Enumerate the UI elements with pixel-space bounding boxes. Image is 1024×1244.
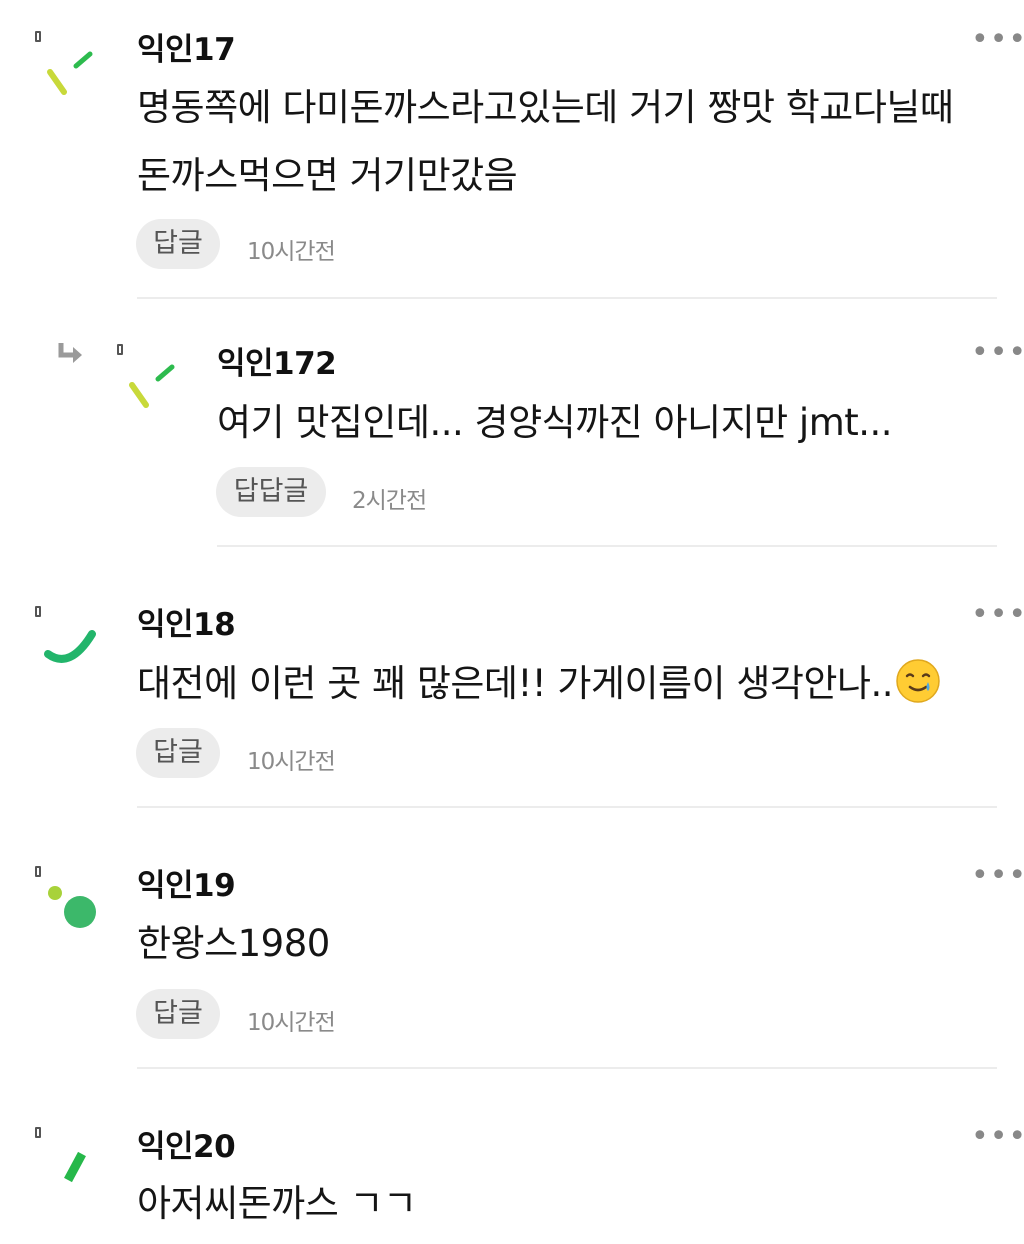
nickname[interactable]: 익인17 <box>137 24 236 69</box>
green-arc-icon <box>44 630 96 663</box>
divider <box>137 1067 997 1069</box>
nickname[interactable]: 익인19 <box>137 860 236 905</box>
timestamp: 10시간전 <box>247 749 336 775</box>
reply-button[interactable]: 답글 <box>136 989 220 1039</box>
divider <box>217 545 997 547</box>
timestamp: 10시간전 <box>247 239 336 265</box>
timestamp: 10시간전 <box>247 1010 336 1036</box>
comment-text-row: 대전에 이런 곳 꽤 많은데!! 가게이름이 생각안나.. <box>137 650 941 718</box>
nickname[interactable]: 익인172 <box>217 338 337 383</box>
divider <box>137 297 997 299</box>
divider <box>137 806 997 808</box>
more-options-icon[interactable]: ••• <box>971 1122 1024 1152</box>
timestamp: 2시간전 <box>352 488 427 514</box>
comment-text: 대전에 이런 곳 꽤 많은데!! 가게이름이 생각안나.. <box>137 662 894 705</box>
comment-text-line-2: 돈까스먹으면 거기만갔음 <box>137 154 518 197</box>
reply-button[interactable]: 답글 <box>136 728 220 778</box>
reply-arrow-icon <box>58 343 82 363</box>
grade-badge-icon <box>35 1127 41 1138</box>
more-options-icon[interactable]: ••• <box>971 861 1024 891</box>
confetti-lines-icon <box>129 364 175 408</box>
smiling-face-with-tear-icon <box>896 659 940 703</box>
nickname[interactable]: 익인18 <box>137 599 236 644</box>
comment-text-line-1: 명동쪽에 다미돈까스라고있는데 거기 짱맛 학교다닐때 <box>137 86 954 129</box>
reply-to-reply-button[interactable]: 답답글 <box>216 467 326 517</box>
grade-badge-icon <box>117 344 123 355</box>
grade-badge-icon <box>35 31 41 42</box>
green-dots-icon <box>48 886 96 928</box>
more-options-icon[interactable]: ••• <box>971 600 1024 630</box>
comment-text: 아저씨돈까스 ㄱㄱ <box>137 1182 417 1225</box>
comment-text: 한왕스1980 <box>137 922 330 965</box>
confetti-lines-icon <box>47 51 93 95</box>
comment-text: 여기 맛집인데... 경양식까진 아니지만 jmt... <box>217 401 893 444</box>
grade-badge-icon <box>35 866 41 877</box>
green-slash-icon <box>64 1151 86 1183</box>
nickname[interactable]: 익인20 <box>137 1121 236 1166</box>
more-options-icon[interactable]: ••• <box>971 25 1024 55</box>
reply-button[interactable]: 답글 <box>136 219 220 269</box>
grade-badge-icon <box>35 606 41 617</box>
more-options-icon[interactable]: ••• <box>971 338 1024 368</box>
